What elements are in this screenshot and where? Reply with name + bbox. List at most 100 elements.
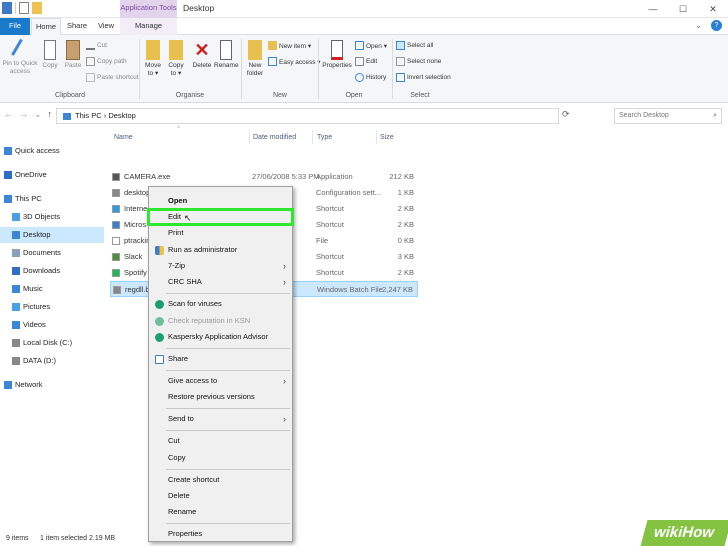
properties-icon	[331, 40, 343, 60]
menu-item-give-access[interactable]: Give access to ›	[151, 373, 290, 389]
nav-item[interactable]: Downloads	[0, 263, 104, 279]
paste-shortcut-button[interactable]: Paste shortcut	[86, 73, 139, 82]
address-bar: ← → ⌄ ↑ This PC › Desktop ⟳ Search Deskt…	[0, 107, 728, 125]
chevron-down-icon[interactable]: ⌄	[695, 21, 702, 30]
tab-view[interactable]: View	[92, 18, 120, 35]
menu-item-give-access-label: Give access to	[168, 376, 218, 385]
menu-item-cut[interactable]: Cut	[151, 433, 290, 449]
path-input[interactable]: This PC › Desktop	[56, 108, 559, 124]
tab-share[interactable]: Share	[62, 18, 92, 35]
column-header-type[interactable]: Type	[317, 134, 332, 141]
copy-path-button[interactable]: Copy path	[86, 57, 127, 66]
tab-manage[interactable]: Manage	[120, 18, 177, 35]
divider	[166, 469, 290, 470]
file-size: 3 KB	[397, 252, 414, 261]
menu-item-rename[interactable]: Rename	[151, 504, 290, 520]
back-arrow-icon[interactable]: ←	[4, 109, 13, 120]
column-header-name[interactable]: Name	[114, 134, 133, 141]
tab-file[interactable]: File	[0, 18, 30, 35]
easy-access-button[interactable]: Easy access ▾	[268, 57, 321, 66]
menu-item-delete[interactable]: Delete	[151, 488, 290, 504]
menu-item-send-to[interactable]: Send to ›	[151, 411, 290, 427]
move-to-label-line1: Move	[145, 62, 161, 69]
menu-item-create-shortcut[interactable]: Create shortcut	[151, 472, 290, 488]
new-folder-label-line1: New	[248, 62, 262, 69]
tab-home[interactable]: Home	[31, 18, 61, 35]
download-icon	[12, 267, 20, 276]
menu-item-share[interactable]: Share	[151, 351, 290, 367]
chevron-down-icon[interactable]: ⌄	[34, 109, 42, 120]
column-header-size[interactable]: Size	[380, 134, 394, 141]
nav-item[interactable]: Quick access	[0, 143, 104, 159]
nav-item[interactable]: DATA (D:)	[0, 353, 104, 369]
copy-to-label-line1: Copy	[168, 62, 184, 69]
new-folder-button[interactable]: New folder	[244, 40, 266, 78]
up-arrow-icon[interactable]: ↑	[48, 109, 53, 120]
delete-button[interactable]: ✕ Delete	[191, 40, 213, 70]
cut-button[interactable]: Cut	[86, 41, 107, 50]
file-name: ptrackin	[124, 236, 151, 245]
menu-item-crc-sha[interactable]: CRC SHA ›	[151, 274, 290, 290]
item-count: 9 items	[6, 535, 29, 542]
file-row[interactable]: CAMERA.exe 27/06/2008 5:33 PM Application 2…	[110, 169, 418, 185]
menu-item-kaspersky-advisor[interactable]: Kaspersky Application Advisor	[151, 329, 290, 345]
menu-item-copy[interactable]: Copy	[151, 450, 290, 466]
copy-to-button[interactable]: Copy to ▾	[166, 40, 186, 78]
nav-item[interactable]: Documents	[0, 245, 104, 261]
menu-item-restore-previous-versions[interactable]: Restore previous versions	[151, 389, 290, 405]
menu-item-print[interactable]: Print	[151, 225, 290, 241]
help-icon[interactable]: ?	[711, 20, 722, 31]
rename-button[interactable]: Rename	[214, 40, 239, 70]
nav-item[interactable]: Network	[0, 377, 104, 393]
easy-access-label: Easy access ▾	[279, 58, 321, 66]
pin-to-quick-access-button[interactable]: Pin to Quick access	[2, 38, 38, 76]
move-folder-icon	[146, 40, 160, 60]
nav-item[interactable]: Music	[0, 281, 104, 297]
menu-item-scan-for-viruses[interactable]: Scan for viruses	[151, 296, 290, 312]
status-bar: 9 items 1 item selected 2.19 MB	[0, 532, 728, 546]
menu-item-run-as-administrator[interactable]: Run as administrator	[151, 242, 290, 258]
share-icon	[155, 355, 164, 364]
nav-item[interactable]: Pictures	[0, 299, 104, 315]
search-input[interactable]: Search Desktop ⌕	[614, 108, 722, 124]
open-button[interactable]: Open ▾	[355, 41, 387, 50]
invert-selection-button[interactable]: Invert selection	[396, 73, 451, 82]
nav-item-label: This PC	[15, 194, 42, 203]
cut-label: Cut	[97, 42, 108, 49]
column-header-date[interactable]: Date modified	[253, 134, 296, 141]
properties-button[interactable]: Properties	[321, 40, 353, 70]
menu-item-open[interactable]: Open	[151, 193, 290, 209]
minimize-button[interactable]: —	[638, 0, 668, 18]
ribbon-tabs: File Home Share View Manage ⌄ ?	[0, 18, 728, 35]
paste-button[interactable]: Paste	[62, 40, 84, 70]
close-button[interactable]: ✕	[698, 0, 728, 18]
computer-icon	[4, 195, 12, 204]
properties-quick-icon[interactable]	[19, 2, 29, 14]
nav-item[interactable]: OneDrive	[0, 167, 104, 183]
refresh-icon[interactable]: ⟳	[562, 109, 570, 120]
select-none-button[interactable]: Select none	[396, 57, 441, 66]
edit-button[interactable]: Edit	[355, 57, 377, 66]
copy-button[interactable]: Copy	[40, 40, 60, 70]
new-folder-quick-icon[interactable]	[32, 2, 42, 14]
invert-selection-icon	[396, 73, 405, 82]
maximize-button[interactable]: ☐	[668, 0, 698, 18]
file-name: Spotify	[124, 268, 147, 277]
nav-item[interactable]: This PC	[0, 191, 104, 207]
nav-item[interactable]: Videos	[0, 317, 104, 333]
menu-item-check-reputation[interactable]: Check reputation in KSN	[151, 313, 290, 329]
menu-item-7zip[interactable]: 7-Zip ›	[151, 258, 290, 274]
file-type: Windows Batch File	[317, 285, 383, 294]
new-item-icon	[268, 41, 277, 50]
new-item-button[interactable]: New item ▾	[268, 41, 311, 50]
select-all-button[interactable]: Select all	[396, 41, 433, 50]
nav-item[interactable]: Desktop	[0, 227, 104, 243]
nav-item[interactable]: Local Disk (C:)	[0, 335, 104, 351]
new-folder-label-line2: folder	[246, 70, 264, 77]
desktop-icon	[12, 231, 20, 240]
history-button[interactable]: History	[355, 73, 386, 82]
move-to-button[interactable]: Move to ▾	[143, 40, 163, 78]
forward-arrow-icon[interactable]: →	[19, 109, 28, 120]
nav-item[interactable]: 3D Objects	[0, 209, 104, 225]
menu-item-properties[interactable]: Properties	[151, 526, 290, 542]
